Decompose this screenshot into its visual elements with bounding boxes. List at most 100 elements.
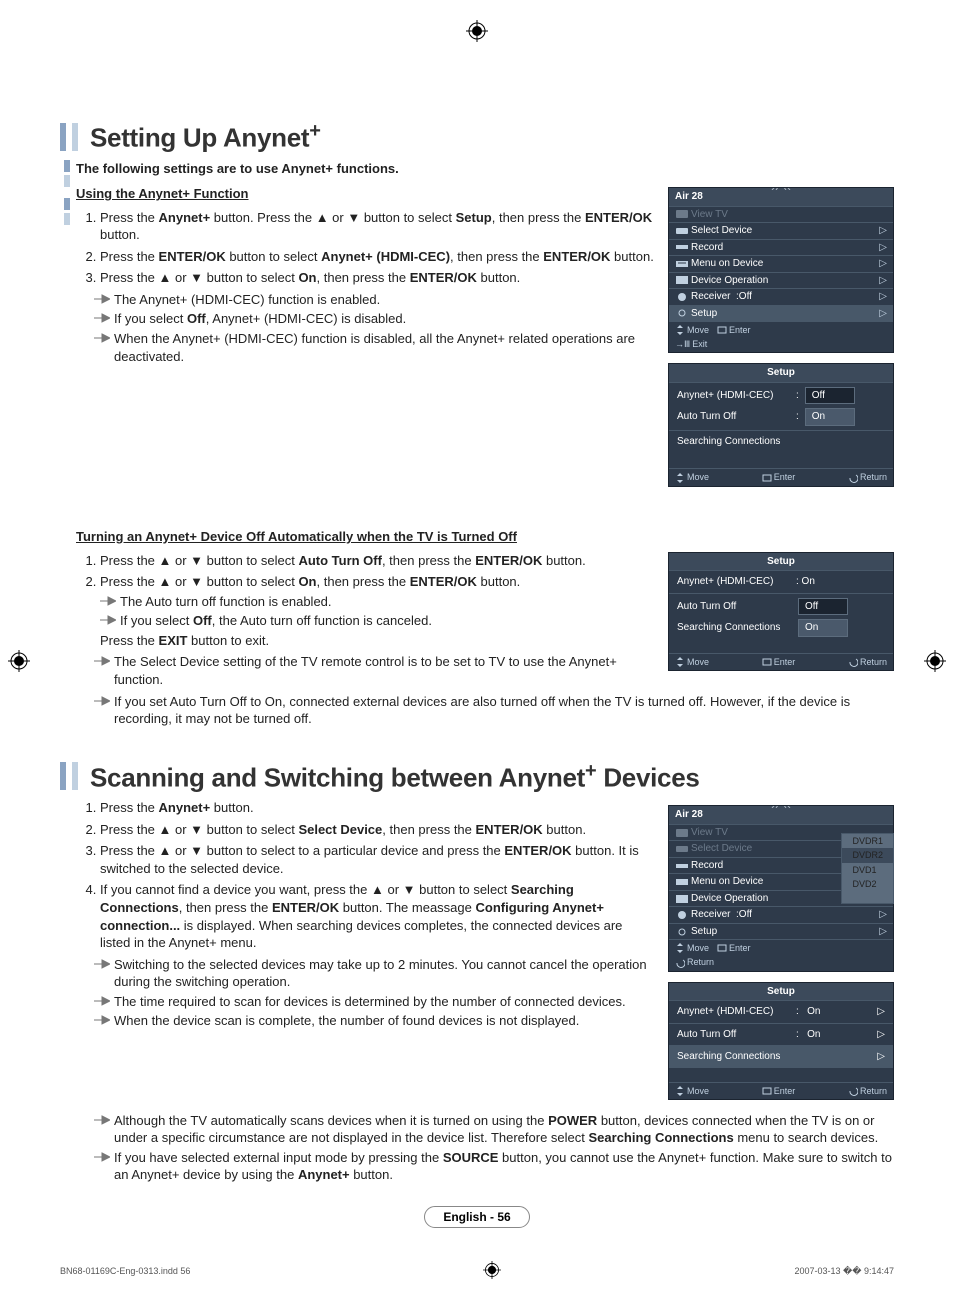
manual-page: Setting Up Anynet+ The following setting… <box>0 0 954 1301</box>
osd-footer: Move Enter Return <box>669 653 893 670</box>
note: If you select Off, Anynet+ (HDMI-CEC) is… <box>94 310 656 328</box>
triangle-right-icon: ▷ <box>879 908 887 922</box>
osd-item-deviceop: Device Operation▷ <box>669 272 893 289</box>
timestamp: 2007-03-13 �� 9:14:47 <box>794 1266 894 1277</box>
osd-setup-allon: Setup Anynet+ (HDMI-CEC): On▷ Auto Turn … <box>668 982 894 1100</box>
option-on: On <box>805 408 855 426</box>
note-arrow-icon <box>94 993 114 1011</box>
osd-row-search: Searching ConnectionsOn <box>669 619 893 641</box>
return-hint: Return <box>848 1085 887 1097</box>
doc-id: BN68-01169C-Eng-0313.indd 56 <box>60 1266 190 1276</box>
osd-row-search: Searching Connections <box>669 430 893 453</box>
osd-footer-exit: →ⅢExit <box>669 338 893 352</box>
triangle-right-icon: ▷ <box>879 274 887 288</box>
osd-title-setup: Setup <box>669 553 893 571</box>
page-footer: English - 56 <box>60 1206 894 1228</box>
step-2: Press the ▲ or ▼ button to select Select… <box>100 821 656 839</box>
step-2: Press the ▲ or ▼ button to select On, th… <box>100 573 656 649</box>
osd-title-setup: Setup <box>669 364 893 382</box>
osd-footer-return: Return <box>669 956 893 970</box>
tv-icon <box>673 209 691 219</box>
move-hint: Move <box>675 471 709 483</box>
step-1: Press the ▲ or ▼ button to select Auto T… <box>100 552 656 570</box>
triangle-right-icon: ▷ <box>879 257 887 271</box>
side-bullets <box>60 799 76 1186</box>
device-icon <box>673 226 691 236</box>
osd-item-viewtv: View TV <box>669 206 893 223</box>
popup-item: DVDR1 <box>842 834 893 848</box>
note: If you set Auto Turn Off to On, connecte… <box>94 693 894 728</box>
enter-hint: Enter <box>717 942 751 954</box>
osd-anynet-menu: Air 28 View TV Select Device▷ Record▷ Me… <box>668 187 894 353</box>
osd-row-auto: Auto Turn OffOff <box>669 593 893 620</box>
option-off: Off <box>798 598 848 616</box>
note: The time required to scan for devices is… <box>94 993 656 1011</box>
note-arrow-icon <box>94 291 114 309</box>
note: When the Anynet+ (HDMI-CEC) function is … <box>94 330 656 365</box>
heading-bar-light <box>72 762 78 790</box>
osd-footer: Move Enter <box>669 939 893 956</box>
note: Although the TV automatically scans devi… <box>94 1112 894 1147</box>
menu-icon <box>673 877 691 887</box>
intro-text: The following settings are to use Anynet… <box>76 160 894 178</box>
return-hint: Return <box>848 656 887 668</box>
triangle-right-icon: ▷ <box>879 290 887 304</box>
note-arrow-icon <box>94 1149 114 1184</box>
osd-title: Air 28 <box>669 806 893 824</box>
steps-scanning: Press the Anynet+ button. Press the ▲ or… <box>76 799 656 951</box>
section-setup: Setting Up Anynet+ The following setting… <box>60 120 894 730</box>
enter-hint: Enter <box>762 1085 796 1097</box>
note: If you select Off, the Auto turn off fun… <box>100 612 656 630</box>
osd-item-receiver: Receiver :Off▷ <box>669 906 893 923</box>
osd-footer: Move Enter <box>669 321 893 338</box>
osd-item-record: Record▷ <box>669 239 893 256</box>
osd-row-anynet: Anynet+ (HDMI-CEC): On▷ <box>669 1000 893 1023</box>
heading-bar <box>60 762 66 790</box>
device-icon <box>673 844 691 854</box>
osd-item-selectdevice: Select Device▷ <box>669 222 893 239</box>
osd-row-search-selected: Searching Connections▷ <box>669 1045 893 1068</box>
enter-hint: Enter <box>717 324 751 336</box>
osd-row-anynet: Anynet+ (HDMI-CEC): On <box>669 570 893 593</box>
menu-icon <box>673 259 691 269</box>
subheading-using: Using the Anynet+ Function <box>76 185 656 203</box>
steps-using: Press the Anynet+ button. Press the ▲ or… <box>76 209 656 287</box>
operation-icon <box>673 275 691 285</box>
option-off: Off <box>805 387 855 405</box>
return-hint: Return <box>675 956 714 968</box>
osd-title-setup: Setup <box>669 983 893 1001</box>
registration-mark-bottom <box>483 1261 501 1281</box>
page-number: English - 56 <box>424 1206 529 1228</box>
steps-autooff: Press the ▲ or ▼ button to select Auto T… <box>76 552 656 650</box>
step-4: If you cannot find a device you want, pr… <box>100 881 656 951</box>
device-popup: DVDR1 DVDR2 DVD1 DVD2 <box>841 833 894 904</box>
tv-icon <box>673 828 691 838</box>
osd-title: Air 28 <box>669 188 893 206</box>
note-arrow-icon <box>94 956 114 991</box>
note-arrow-icon <box>94 310 114 328</box>
step-2: Press the ENTER/OK button to select Anyn… <box>100 248 656 266</box>
triangle-right-icon: ▷ <box>877 1028 885 1042</box>
step-3: Press the ▲ or ▼ button to select On, th… <box>100 269 656 287</box>
osd-footer: Move Enter Return <box>669 1082 893 1099</box>
osd-setup-hdmi: Setup Anynet+ (HDMI-CEC):Off Auto Turn O… <box>668 363 894 486</box>
note: If you have selected external input mode… <box>94 1149 894 1184</box>
osd-item-receiver: Receiver :Off▷ <box>669 288 893 305</box>
enter-hint: Enter <box>762 471 796 483</box>
popup-item: DVD2 <box>842 877 893 891</box>
osd-item-setup-selected: Setup▷ <box>669 305 893 322</box>
note-arrow-icon <box>94 1112 114 1147</box>
popup-item: DVD1 <box>842 863 893 877</box>
note: The Select Device setting of the TV remo… <box>94 653 656 688</box>
note: Switching to the selected devices may ta… <box>94 956 656 991</box>
section-scanning: Scanning and Switching between Anynet+ D… <box>60 760 894 1186</box>
crop-arrow-right <box>924 650 946 679</box>
heading-1: Setting Up Anynet+ <box>60 120 894 154</box>
note: The Auto turn off function is enabled. <box>100 593 656 611</box>
record-icon <box>673 861 691 871</box>
record-icon <box>673 242 691 252</box>
side-bullets <box>60 160 76 730</box>
osd-item-setup: Setup▷ <box>669 923 893 940</box>
triangle-right-icon: ▷ <box>879 224 887 238</box>
osd-row-auto: Auto Turn Off:On <box>669 408 893 430</box>
